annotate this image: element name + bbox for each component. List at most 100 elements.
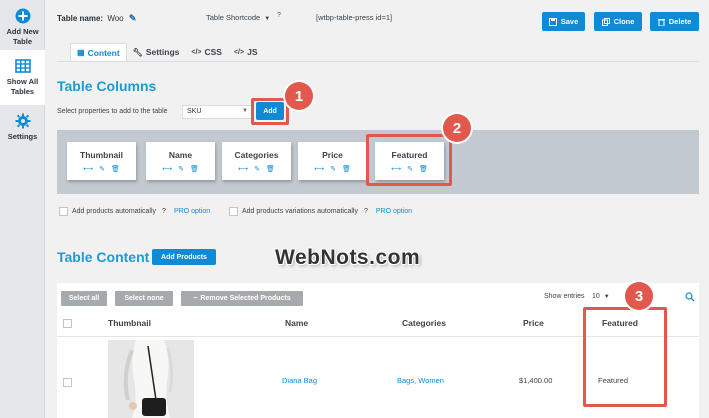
pro-option-link[interactable]: PRO option: [174, 208, 210, 215]
select-all-checkbox[interactable]: [63, 319, 72, 328]
chevron-down-icon: ▼: [264, 16, 271, 22]
column-name: Price: [322, 150, 343, 160]
step-badge-2: 2: [443, 114, 471, 142]
wrench-icon: 🔧︎: [132, 47, 143, 57]
tab-label: Settings: [145, 47, 180, 57]
table-icon: ▦: [77, 48, 85, 57]
code-icon: </>: [191, 48, 202, 56]
trash-icon: [657, 18, 665, 26]
resize-icon[interactable]: ⟷: [314, 165, 324, 173]
select-properties-label: Select properties to add to the table: [57, 108, 168, 115]
column-card-categories[interactable]: Categories ⟷ ✎ 🗑︎: [222, 142, 291, 180]
help-icon[interactable]: ?: [162, 208, 166, 215]
chevron-down-icon: ▼: [242, 108, 248, 114]
trash-icon[interactable]: 🗑︎: [111, 165, 120, 173]
column-card-price[interactable]: Price ⟷ ✎ 🗑︎: [298, 142, 367, 180]
tab-label: JS: [247, 47, 258, 57]
pencil-icon[interactable]: ✎: [254, 165, 260, 173]
show-entries-select[interactable]: 10 ▼: [592, 293, 610, 300]
trash-icon[interactable]: 🗑︎: [190, 165, 199, 173]
sidebar-item-label: Table: [12, 37, 33, 46]
table-shortcode-select[interactable]: Table Shortcode ▼: [206, 13, 270, 22]
resize-icon[interactable]: ⟷: [83, 165, 93, 173]
property-select-value: SKU: [187, 108, 202, 115]
save-button[interactable]: Save: [542, 12, 585, 31]
option-add-variations-auto: Add products variations automatically ? …: [229, 207, 412, 216]
sidebar-item-show-all-tables[interactable]: Show All Tables: [0, 50, 45, 105]
pro-option-link[interactable]: PRO option: [376, 208, 412, 215]
minus-icon: −: [193, 295, 198, 302]
highlight-box-featured-column: [366, 134, 452, 186]
product-thumbnail: [108, 340, 194, 418]
checkbox[interactable]: [59, 207, 68, 216]
delete-button-label: Delete: [668, 17, 692, 26]
column-card-thumbnail[interactable]: Thumbnail ⟷ ✎ 🗑︎: [67, 142, 136, 180]
table-columns-heading: Table Columns: [57, 78, 157, 94]
tab-content[interactable]: ▦ Content: [70, 43, 127, 61]
column-header-price[interactable]: Price: [523, 318, 544, 328]
sidebar-item-label: Tables: [10, 87, 35, 96]
clone-button[interactable]: Clone: [594, 12, 642, 31]
plus-circle-icon: [15, 8, 30, 24]
column-header-name[interactable]: Name: [285, 318, 308, 328]
product-photo: [108, 340, 194, 418]
step-badge-3: 3: [625, 282, 653, 310]
trash-icon[interactable]: 🗑︎: [266, 165, 275, 173]
sidebar-item-settings[interactable]: Settings: [0, 105, 45, 145]
option-label: Add products automatically: [72, 208, 157, 215]
remove-selected-label: Remove Selected Products: [200, 295, 291, 302]
trash-icon[interactable]: 🗑︎: [342, 165, 351, 173]
copy-icon: [601, 17, 610, 26]
gear-icon: [15, 113, 30, 129]
select-all-button[interactable]: Select all: [61, 291, 107, 306]
sidebar-item-label: Show All: [6, 77, 39, 86]
save-button-label: Save: [560, 17, 579, 26]
sidebar-item-add-new-table[interactable]: Add New Table: [0, 0, 45, 50]
pencil-icon[interactable]: ✎: [330, 165, 336, 173]
table-name-label: Table name:: [57, 14, 104, 23]
sidebar-item-label: Add New: [6, 27, 39, 36]
pencil-icon[interactable]: ✎: [178, 165, 184, 173]
add-products-button[interactable]: Add Products: [152, 249, 216, 265]
search-icon[interactable]: [685, 292, 695, 302]
property-select[interactable]: SKU ▼: [182, 105, 253, 119]
help-icon[interactable]: ?: [364, 208, 368, 215]
grid-table-icon: [14, 59, 31, 73]
watermark: WebNots.com: [275, 246, 421, 269]
product-price: $1,400.00: [519, 376, 553, 385]
column-header-categories[interactable]: Categories: [402, 318, 446, 328]
column-name: Categories: [234, 150, 279, 160]
product-categories-link[interactable]: Bags, Women: [397, 376, 444, 385]
tabs: ▦ Content 🔧︎ Settings </> CSS </> JS: [70, 43, 264, 61]
resize-icon[interactable]: ⟷: [238, 165, 248, 173]
show-entries-label: Show entries: [544, 293, 585, 300]
column-card-name[interactable]: Name ⟷ ✎ 🗑︎: [146, 142, 215, 180]
tab-settings[interactable]: 🔧︎ Settings: [127, 43, 186, 61]
option-label: Add products variations automatically: [242, 208, 358, 215]
sidebar-item-label: Settings: [7, 132, 38, 141]
delete-button[interactable]: Delete: [650, 12, 699, 31]
pencil-icon[interactable]: ✎: [129, 13, 137, 24]
chevron-down-icon: ▼: [603, 294, 610, 300]
remove-selected-button[interactable]: − Remove Selected Products: [181, 291, 303, 306]
row-checkbox[interactable]: [63, 378, 72, 387]
checkbox[interactable]: [229, 207, 238, 216]
column-name: Thumbnail: [80, 150, 123, 160]
highlight-box-add: [251, 98, 289, 125]
select-none-button[interactable]: Select none: [115, 291, 173, 306]
table-content-heading: Table Content: [57, 249, 150, 265]
help-icon[interactable]: ?: [277, 12, 281, 19]
step-badge-1: 1: [285, 82, 313, 110]
tab-js[interactable]: </> JS: [228, 43, 264, 61]
tab-css[interactable]: </> CSS: [185, 43, 228, 61]
pencil-icon[interactable]: ✎: [99, 165, 105, 173]
tab-label: Content: [87, 47, 120, 58]
resize-icon[interactable]: ⟷: [162, 165, 172, 173]
tab-label: CSS: [204, 47, 222, 57]
main-area: Table name: Woo ✎ Table Shortcode ▼ ? [w…: [45, 0, 709, 418]
column-header-thumbnail[interactable]: Thumbnail: [108, 318, 151, 328]
tab-divider: [57, 61, 699, 62]
code-icon: </>: [233, 48, 245, 56]
product-name-link[interactable]: Diana Bag: [282, 376, 317, 385]
shortcode-value: [wtbp-table-press id=1]: [316, 13, 393, 22]
